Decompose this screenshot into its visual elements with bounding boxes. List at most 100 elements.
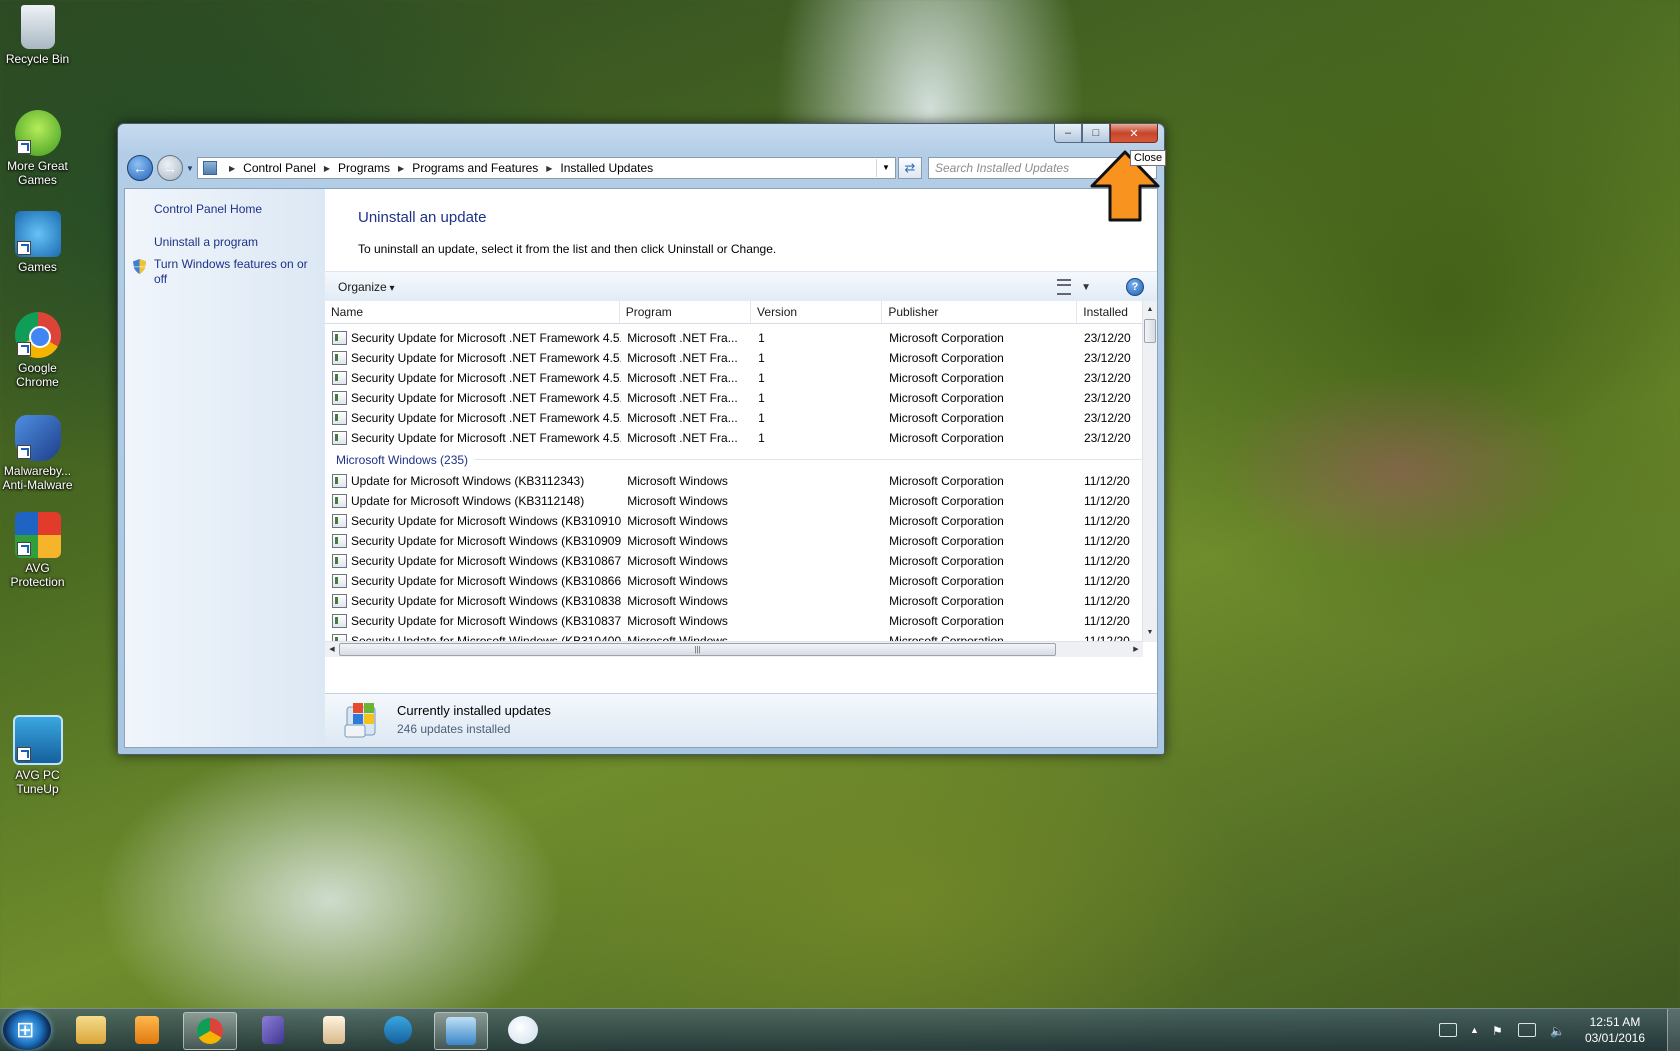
cards-icon (262, 1016, 284, 1044)
back-button[interactable]: ← (127, 155, 153, 181)
column-header-program[interactable]: Program (620, 301, 752, 323)
update-name-cell: Update for Microsoft Windows (KB3112343) (325, 471, 621, 491)
vertical-scroll-thumb[interactable] (1144, 319, 1156, 343)
update-name: Security Update for Microsoft .NET Frame… (351, 431, 622, 445)
taskbar-explorer[interactable] (65, 1012, 117, 1048)
address-dropdown-button[interactable]: ▼ (876, 159, 895, 177)
control-panel-folder-icon (203, 161, 217, 175)
desktop-icon-avg-pc-tuneup[interactable]: AVG PC TuneUp (0, 715, 75, 796)
chevron-right-icon[interactable]: ▶ (546, 164, 552, 173)
update-icon (332, 351, 347, 365)
minimize-button[interactable]: – (1054, 124, 1082, 143)
show-desktop-button[interactable] (1667, 1009, 1680, 1051)
taskbar-app-4[interactable] (247, 1012, 299, 1048)
installed-cell: 23/12/20 (1083, 431, 1131, 445)
list-item[interactable]: Update for Microsoft Windows (KB3112148)… (325, 491, 1143, 511)
list-item[interactable]: Security Update for Microsoft Windows (K… (325, 531, 1143, 551)
scroll-left-icon[interactable]: ◀ (325, 642, 339, 657)
column-header-publisher[interactable]: Publisher (882, 301, 1078, 323)
desktop-icon-more-great-games[interactable]: More Great Games (0, 110, 75, 187)
list-item[interactable]: Security Update for Microsoft .NET Frame… (325, 328, 1143, 348)
taskbar-paint[interactable] (497, 1012, 549, 1048)
column-header-name[interactable]: Name (325, 301, 620, 323)
taskbar-chrome[interactable] (183, 1012, 237, 1050)
desktop-icon-avg-protection[interactable]: AVG Protection (0, 512, 75, 589)
taskbar-control-panel[interactable] (434, 1012, 488, 1050)
column-header-version[interactable]: Version (751, 301, 883, 323)
action-center-flag-icon[interactable]: ⚑ (1492, 1024, 1504, 1038)
updates-list: Name Program Version Publisher Installed… (325, 301, 1157, 657)
breadcrumb-installed-updates[interactable]: Installed Updates (560, 161, 653, 175)
start-button[interactable] (3, 1010, 51, 1050)
refresh-button[interactable]: ⇄ (898, 157, 922, 179)
update-icon (332, 391, 347, 405)
windows-features-link[interactable]: Turn Windows features on or off (154, 257, 314, 287)
group-divider (474, 459, 1143, 460)
chevron-right-icon[interactable]: ▶ (398, 164, 404, 173)
update-name-cell: Security Update for Microsoft Windows (K… (325, 591, 621, 611)
publisher-cell: Microsoft Corporation (889, 594, 1004, 608)
list-item[interactable]: Security Update for Microsoft Windows (K… (325, 571, 1143, 591)
address-bar[interactable]: ▶ Control Panel ▶ Programs ▶ Programs an… (197, 157, 896, 179)
chevron-right-icon[interactable]: ▶ (229, 164, 235, 173)
desktop-icon-recycle-bin[interactable]: Recycle Bin (0, 5, 75, 66)
show-hidden-icons-icon[interactable]: ▲ (1470, 1025, 1479, 1035)
change-view-button[interactable]: ▼ (1057, 279, 1091, 295)
recent-pages-dropdown[interactable]: ▼ (186, 164, 194, 173)
horizontal-scroll-thumb[interactable]: ||| (339, 643, 1056, 656)
update-icon (332, 574, 347, 588)
list-item[interactable]: Security Update for Microsoft .NET Frame… (325, 408, 1143, 428)
keyboard-icon[interactable] (1439, 1023, 1458, 1037)
scroll-up-icon[interactable]: ▲ (1143, 303, 1157, 317)
window-content: Control Panel Home Uninstall a program T… (124, 188, 1158, 748)
version-cell (752, 491, 883, 511)
group-header-microsoft-windows[interactable]: Microsoft Windows (235) (325, 448, 1143, 471)
control-panel-home-link[interactable]: Control Panel Home (154, 202, 262, 216)
uninstall-program-link[interactable]: Uninstall a program (154, 235, 258, 249)
column-header-installed[interactable]: Installed (1077, 301, 1143, 323)
installed-cell: 23/12/20 (1083, 391, 1131, 405)
update-name: Security Update for Microsoft Windows (K… (351, 554, 622, 568)
games-character-icon (14, 110, 61, 156)
taskbar-app-5[interactable] (308, 1012, 360, 1048)
page-instructions: To uninstall an update, select it from t… (358, 242, 777, 256)
version-cell (752, 531, 883, 551)
list-item[interactable]: Security Update for Microsoft Windows (K… (325, 591, 1143, 611)
help-button[interactable]: ? (1126, 278, 1144, 296)
list-item[interactable]: Security Update for Microsoft Windows (K… (325, 511, 1143, 531)
organize-button[interactable]: Organize (338, 280, 395, 294)
list-item[interactable]: Security Update for Microsoft .NET Frame… (325, 348, 1143, 368)
taskbar-media-player[interactable] (121, 1012, 173, 1048)
breadcrumb-programs[interactable]: Programs (338, 161, 390, 175)
volume-icon[interactable]: 🔈 (1550, 1024, 1565, 1038)
installed-cell: 11/12/20 (1083, 594, 1130, 608)
scroll-right-icon[interactable]: ▶ (1129, 642, 1143, 657)
horizontal-scrollbar[interactable]: ◀ ||| ▶ (325, 641, 1143, 657)
network-icon[interactable] (1517, 1023, 1536, 1037)
forward-button[interactable]: → (157, 155, 183, 181)
list-item[interactable]: Security Update for Microsoft .NET Frame… (325, 368, 1143, 388)
scroll-down-icon[interactable]: ▼ (1143, 626, 1157, 640)
system-clock[interactable]: 12:51 AM 03/01/2016 (1585, 1014, 1645, 1046)
close-button[interactable]: ✕ (1110, 124, 1158, 143)
installed-cell: 11/12/20 (1083, 514, 1130, 528)
list-item[interactable]: Update for Microsoft Windows (KB3112343)… (325, 471, 1143, 491)
command-bar: Organize ▼ ? (325, 271, 1157, 303)
list-item[interactable]: Security Update for Microsoft Windows (K… (325, 611, 1143, 631)
list-item[interactable]: Security Update for Microsoft .NET Frame… (325, 388, 1143, 408)
breadcrumb-control-panel[interactable]: Control Panel (243, 161, 316, 175)
update-icon (332, 474, 347, 488)
maximize-button[interactable]: □ (1082, 124, 1110, 143)
desktop-icon-malwarebytes[interactable]: Malwareby... Anti-Malware (0, 415, 75, 492)
vertical-scrollbar[interactable]: ▲ ▼ (1142, 301, 1157, 642)
forward-arrow-icon: → (163, 160, 177, 176)
desktop-icon-google-chrome[interactable]: Google Chrome (0, 312, 75, 389)
chevron-right-icon[interactable]: ▶ (324, 164, 330, 173)
chevron-down-icon[interactable]: ▼ (1081, 282, 1091, 293)
taskbar-avg-tuneup[interactable] (372, 1012, 424, 1048)
breadcrumb-programs-and-features[interactable]: Programs and Features (412, 161, 538, 175)
desktop-icon-games[interactable]: Games (0, 211, 75, 274)
program-cell: Microsoft Windows (627, 474, 728, 488)
list-item[interactable]: Security Update for Microsoft .NET Frame… (325, 428, 1143, 448)
list-item[interactable]: Security Update for Microsoft Windows (K… (325, 551, 1143, 571)
